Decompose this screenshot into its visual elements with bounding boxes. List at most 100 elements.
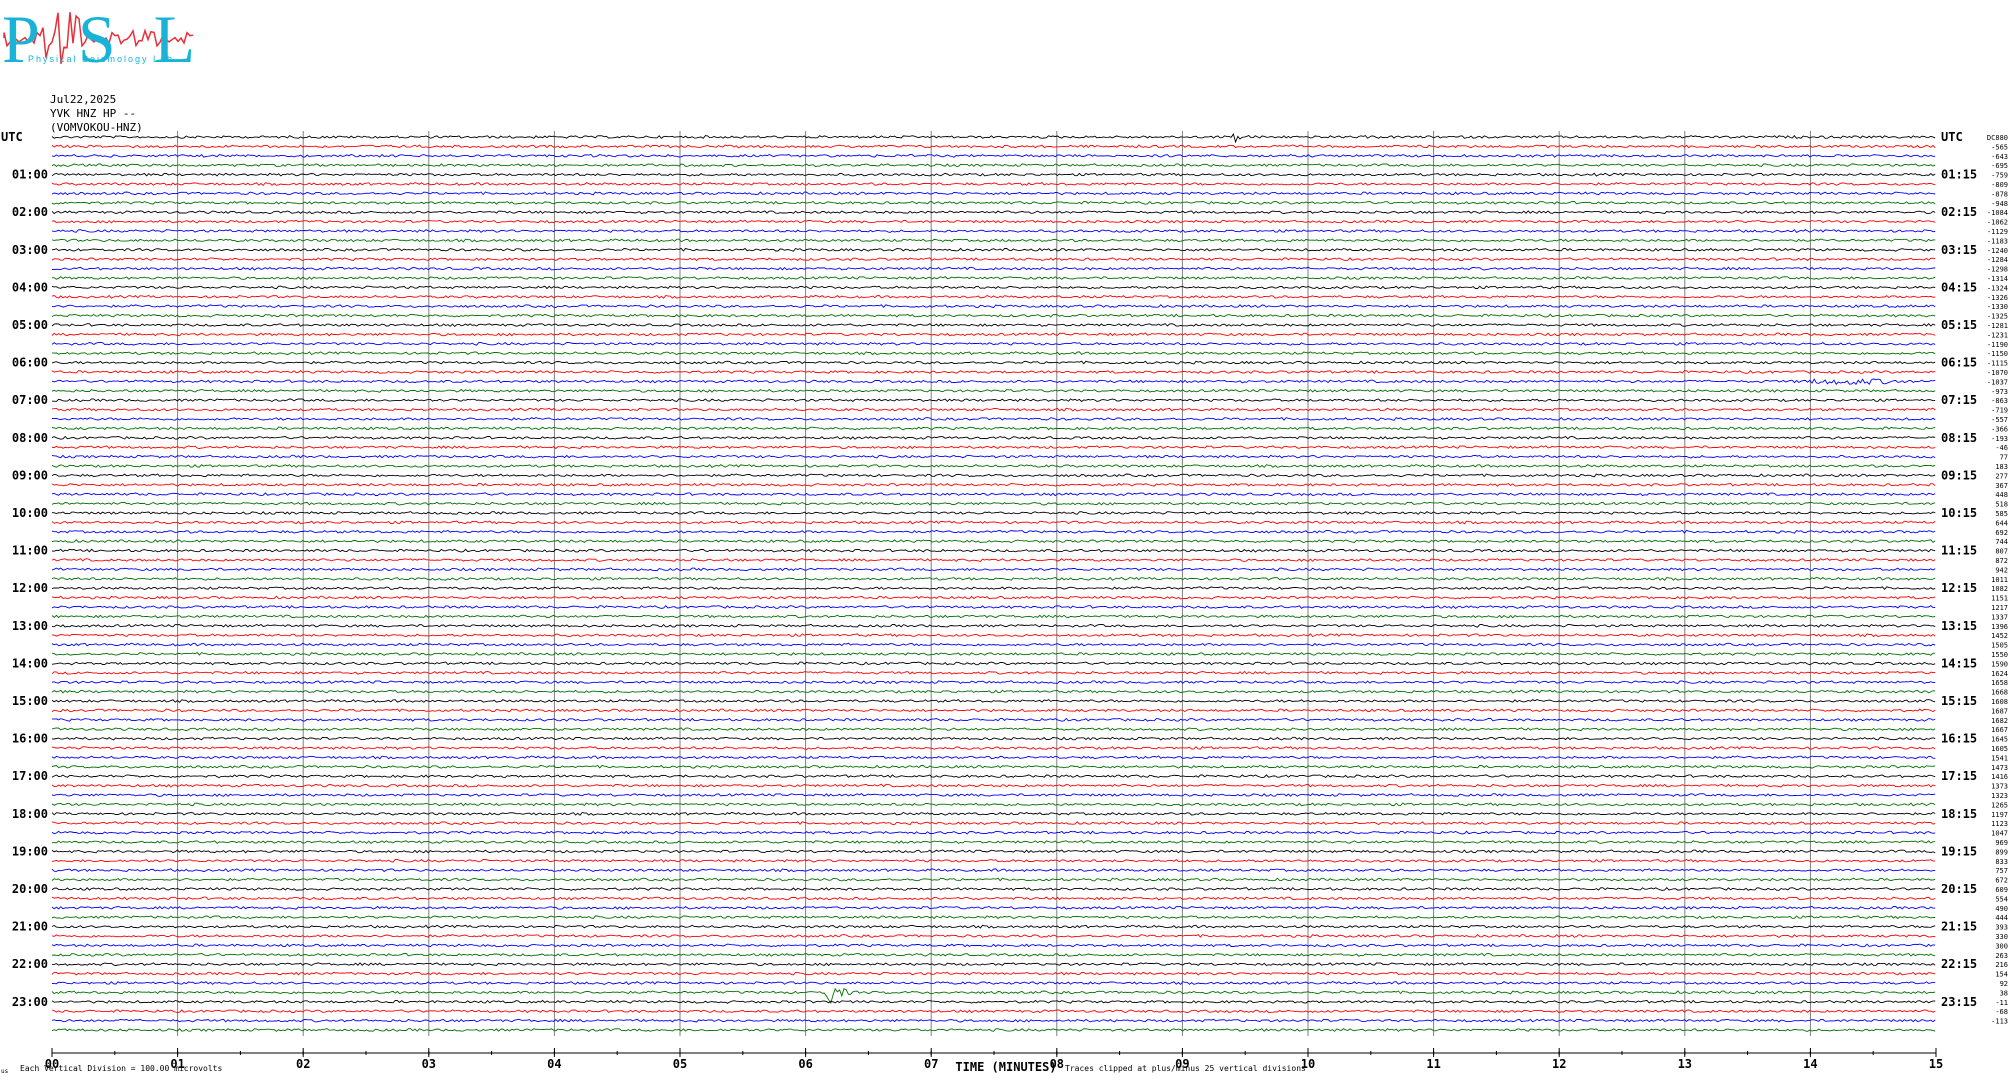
trace-10 bbox=[51, 229, 1936, 233]
trace-offset-label: 1590 bbox=[1991, 660, 2008, 668]
left-hour-labels: UTC 01:00 02:00 03:00 04:00 05:00 06:00 07:00 08… bbox=[1, 130, 48, 1009]
trace-15 bbox=[51, 276, 1936, 280]
trace-offset-label: 216 bbox=[1995, 961, 2008, 969]
trace-94 bbox=[51, 1018, 1936, 1023]
right-hour-label: 15:15 bbox=[1941, 694, 1977, 708]
trace-69 bbox=[51, 783, 1936, 788]
logo-letters: PSL bbox=[2, 1, 233, 77]
trace-22 bbox=[51, 341, 1936, 346]
trace-38 bbox=[51, 492, 1936, 497]
trace-offset-label: -1183 bbox=[1987, 237, 2008, 245]
trace-offset-label: 1645 bbox=[1991, 736, 2008, 744]
header-date: Jul22,2025 bbox=[50, 93, 117, 106]
trace-20 bbox=[51, 323, 1936, 327]
left-hour-label: 11:00 bbox=[12, 544, 48, 558]
trace-offset-label: 367 bbox=[1995, 482, 2008, 490]
trace-offset-label: -1330 bbox=[1987, 303, 2008, 311]
trace-51 bbox=[51, 614, 1936, 619]
trace-53 bbox=[51, 633, 1936, 638]
trace-70 bbox=[51, 793, 1936, 797]
trace-45 bbox=[51, 558, 1936, 562]
x-tick-label: 14 bbox=[1803, 1057, 1817, 1071]
trace-32 bbox=[51, 435, 1936, 440]
trace-34 bbox=[51, 454, 1936, 459]
right-hour-label: 12:15 bbox=[1941, 581, 1977, 595]
trace-86 bbox=[51, 943, 1936, 948]
footer-clip-note: Traces clipped at plus/minus 25 vertical… bbox=[1065, 1064, 1306, 1073]
trace-47 bbox=[51, 576, 1936, 581]
trace-offset-label: 444 bbox=[1995, 914, 2008, 922]
trace-offset-label: 609 bbox=[1995, 886, 2008, 894]
trace-offset-label: 277 bbox=[1995, 472, 2008, 480]
trace-offset-label: -68 bbox=[1995, 1008, 2008, 1016]
trace-68 bbox=[51, 774, 1936, 779]
trace-offset-label: 644 bbox=[1995, 519, 2008, 527]
left-hour-label: 21:00 bbox=[12, 920, 48, 934]
x-tick-label: 15 bbox=[1929, 1057, 1943, 1071]
trace-11 bbox=[51, 238, 1936, 243]
trace-offset-label: -1325 bbox=[1987, 313, 2008, 321]
trace-0 bbox=[51, 133, 1936, 144]
x-tick-label: 04 bbox=[547, 1057, 561, 1071]
x-tick-label: 03 bbox=[422, 1057, 436, 1071]
trace-64 bbox=[51, 736, 1936, 741]
trace-29 bbox=[51, 407, 1936, 412]
trace-offset-label: 1624 bbox=[1991, 670, 2008, 678]
trace-16 bbox=[51, 285, 1936, 290]
trace-7 bbox=[51, 200, 1936, 205]
trace-offset-label: 1373 bbox=[1991, 783, 2008, 791]
trace-30 bbox=[51, 416, 1936, 421]
trace-78 bbox=[51, 868, 1936, 873]
trace-offset-label: -948 bbox=[1991, 200, 2008, 208]
trace-offset-label: 183 bbox=[1995, 463, 2008, 471]
trace-offset-label: 1197 bbox=[1991, 811, 2008, 819]
trace-offset-label: -1231 bbox=[1987, 331, 2008, 339]
trace-81 bbox=[51, 896, 1936, 901]
right-hour-label: UTC bbox=[1941, 130, 1963, 144]
left-hour-label: 18:00 bbox=[12, 807, 48, 821]
psl-logo: PSLPhysical Seismology Lab bbox=[2, 1, 233, 77]
trace-21 bbox=[51, 332, 1936, 337]
trace-8 bbox=[51, 210, 1936, 215]
trace-41 bbox=[51, 520, 1936, 525]
trace-offset-label: 942 bbox=[1995, 566, 2008, 574]
right-hour-label: 19:15 bbox=[1941, 844, 1977, 858]
footer-corner: us bbox=[1, 1068, 9, 1075]
trace-offset-label: 92 bbox=[2000, 980, 2008, 988]
x-tick-label: 11 bbox=[1426, 1057, 1440, 1071]
trace-77 bbox=[51, 858, 1936, 863]
trace-offset-label: -1326 bbox=[1987, 294, 2008, 302]
trace-offset-label: -695 bbox=[1991, 162, 2008, 170]
trace-offset-label: 807 bbox=[1995, 548, 2008, 556]
left-hour-label: 08:00 bbox=[12, 431, 48, 445]
trace-offset-label: -1129 bbox=[1987, 228, 2008, 236]
trace-37 bbox=[51, 482, 1936, 487]
trace-offset-label: 833 bbox=[1995, 858, 2008, 866]
helicorder-plot: PSLPhysical Seismology Lab UTC 01:00 02:00… bbox=[1, 1, 2008, 1075]
trace-75 bbox=[51, 840, 1936, 844]
trace-offset-label: 1082 bbox=[1991, 585, 2008, 593]
trace-17 bbox=[51, 294, 1936, 299]
trace-61 bbox=[51, 708, 1936, 713]
trace-83 bbox=[51, 915, 1936, 920]
trace-offset-label: 1658 bbox=[1991, 679, 2008, 687]
trace-36 bbox=[51, 473, 1936, 478]
left-hour-label: 20:00 bbox=[12, 882, 48, 896]
left-hour-label: UTC bbox=[1, 130, 23, 144]
trace-offset-label: 1452 bbox=[1991, 632, 2008, 640]
trace-offset-label: -46 bbox=[1995, 444, 2008, 452]
x-axis: 00 01 02 03 04 05 06 07 08 09 10 11 12 13 14 15TIME (MI… bbox=[1, 1048, 1943, 1075]
trace-23 bbox=[51, 351, 1936, 356]
x-tick-label: 07 bbox=[924, 1057, 938, 1071]
trace-9 bbox=[51, 219, 1936, 224]
trace-offset-label: -878 bbox=[1991, 190, 2008, 198]
trace-offset-label: -1150 bbox=[1987, 350, 2008, 358]
x-tick-label: 12 bbox=[1552, 1057, 1566, 1071]
trace-offset-label: 1505 bbox=[1991, 642, 2008, 650]
trace-80 bbox=[51, 887, 1936, 891]
trace-offset-label: 1687 bbox=[1991, 707, 2008, 715]
x-axis-title: TIME (MINUTES) bbox=[955, 1060, 1056, 1074]
left-hour-label: 03:00 bbox=[12, 243, 48, 257]
trace-offset-label: 1123 bbox=[1991, 820, 2008, 828]
right-hour-label: 21:15 bbox=[1941, 920, 1977, 934]
